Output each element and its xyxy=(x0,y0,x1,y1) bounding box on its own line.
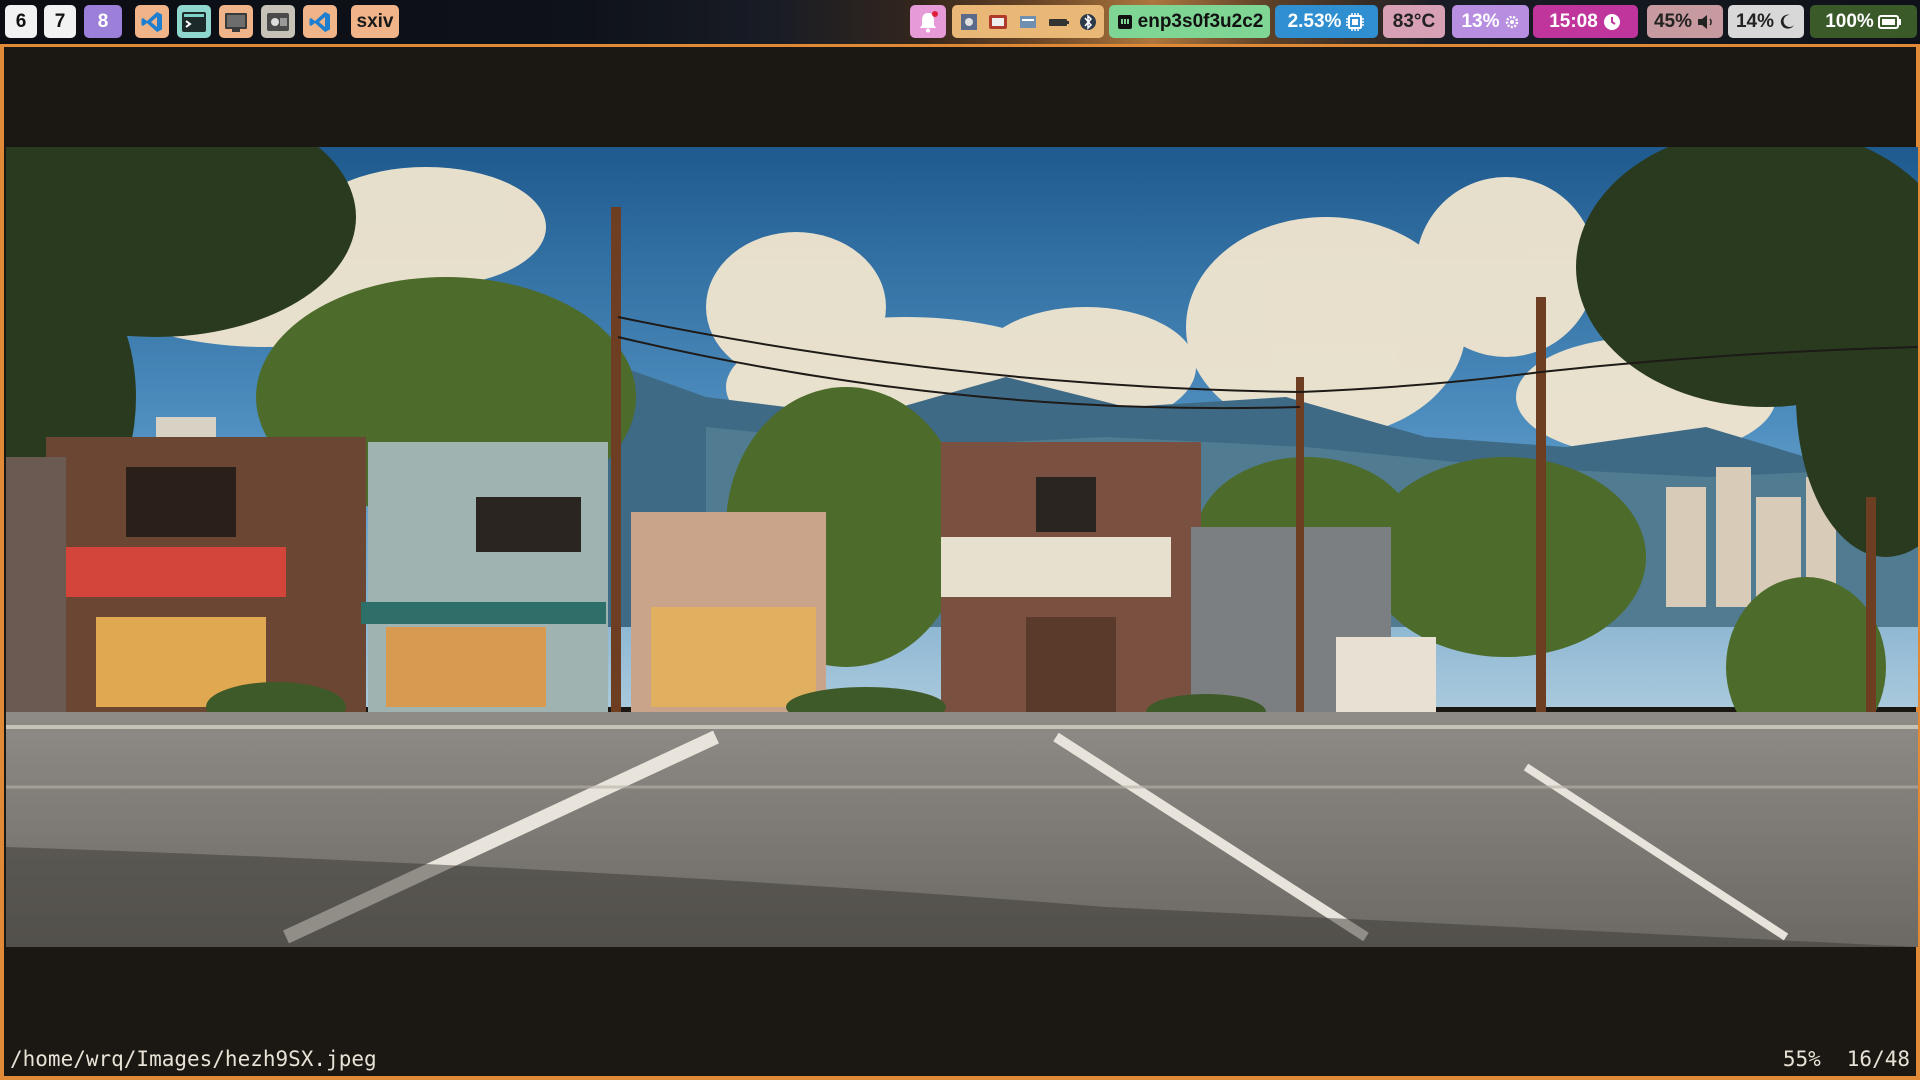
temperature-module[interactable]: 83°C xyxy=(1383,5,1445,38)
memory-module[interactable]: 13% xyxy=(1452,5,1529,38)
vscode-app-button-2[interactable] xyxy=(303,5,337,38)
brightness-module[interactable]: 14% xyxy=(1728,5,1804,38)
top-bar: 6 7 8 sxiv enp3s0f3u2c2 2.53% 83°C 13% 1… xyxy=(0,0,1920,44)
utility-app-button[interactable] xyxy=(261,5,295,38)
volume-module[interactable]: 45% xyxy=(1647,5,1723,38)
bluetooth-icon[interactable] xyxy=(1078,11,1098,33)
cpu-icon xyxy=(1346,12,1365,31)
file-path-label: /home/wrq/Images/hezh9SX.jpeg xyxy=(10,1047,377,1071)
memory-gear-icon xyxy=(1505,15,1518,28)
displayed-image[interactable] xyxy=(6,147,1918,947)
notification-button[interactable] xyxy=(910,5,946,38)
workspace-7-button[interactable]: 7 xyxy=(44,5,76,38)
network-interface-label: enp3s0f3u2c2 xyxy=(1137,10,1264,32)
cpu-module[interactable]: 2.53% xyxy=(1275,5,1378,38)
settings-app-icon xyxy=(267,12,289,31)
memory-usage-label: 13% xyxy=(1461,10,1500,32)
app-icon[interactable] xyxy=(987,11,1009,33)
image-viewer-window[interactable]: /home/wrq/Images/hezh9SX.jpeg 55% 16/48 xyxy=(0,44,1920,1080)
moon-icon xyxy=(1780,14,1795,29)
clock-label: 15:08 xyxy=(1549,10,1598,32)
battery-label: 100% xyxy=(1825,10,1874,32)
vscode-app-button[interactable] xyxy=(135,5,169,38)
terminal-app-button[interactable] xyxy=(177,5,211,38)
vscode-icon xyxy=(141,11,162,32)
monitor-icon xyxy=(225,12,247,32)
volume-label: 45% xyxy=(1653,10,1693,32)
vscode-icon xyxy=(309,11,330,32)
cpu-usage-label: 2.53% xyxy=(1287,10,1342,32)
display-app-button[interactable] xyxy=(219,5,253,38)
battery-icon xyxy=(1877,14,1901,29)
brightness-label: 14% xyxy=(1735,10,1775,32)
zoom-label: 55% xyxy=(1782,1047,1821,1071)
battery-tray-icon[interactable] xyxy=(1047,11,1071,33)
street-scene-illustration xyxy=(6,147,1918,947)
battery-module[interactable]: 100% xyxy=(1810,5,1917,38)
workspace-6-button[interactable]: 6 xyxy=(5,5,37,38)
window-title: sxiv xyxy=(351,5,399,38)
workspace-8-button[interactable]: 8 xyxy=(84,5,122,38)
status-bar: /home/wrq/Images/hezh9SX.jpeg 55% 16/48 xyxy=(4,1044,1916,1076)
notification-bell-icon xyxy=(920,10,938,32)
network-module[interactable]: enp3s0f3u2c2 xyxy=(1109,5,1270,38)
image-position-label: 16/48 xyxy=(1846,1047,1910,1071)
clock-module[interactable]: 15:08 xyxy=(1533,5,1638,38)
terminal-icon xyxy=(182,11,206,32)
system-tray xyxy=(952,5,1104,38)
clock-icon xyxy=(1603,13,1620,30)
temperature-label: 83°C xyxy=(1392,10,1436,32)
speaker-icon xyxy=(1698,14,1712,29)
ethernet-icon xyxy=(1117,14,1132,29)
app-icon[interactable] xyxy=(958,11,980,33)
app-icon[interactable] xyxy=(1017,11,1039,33)
